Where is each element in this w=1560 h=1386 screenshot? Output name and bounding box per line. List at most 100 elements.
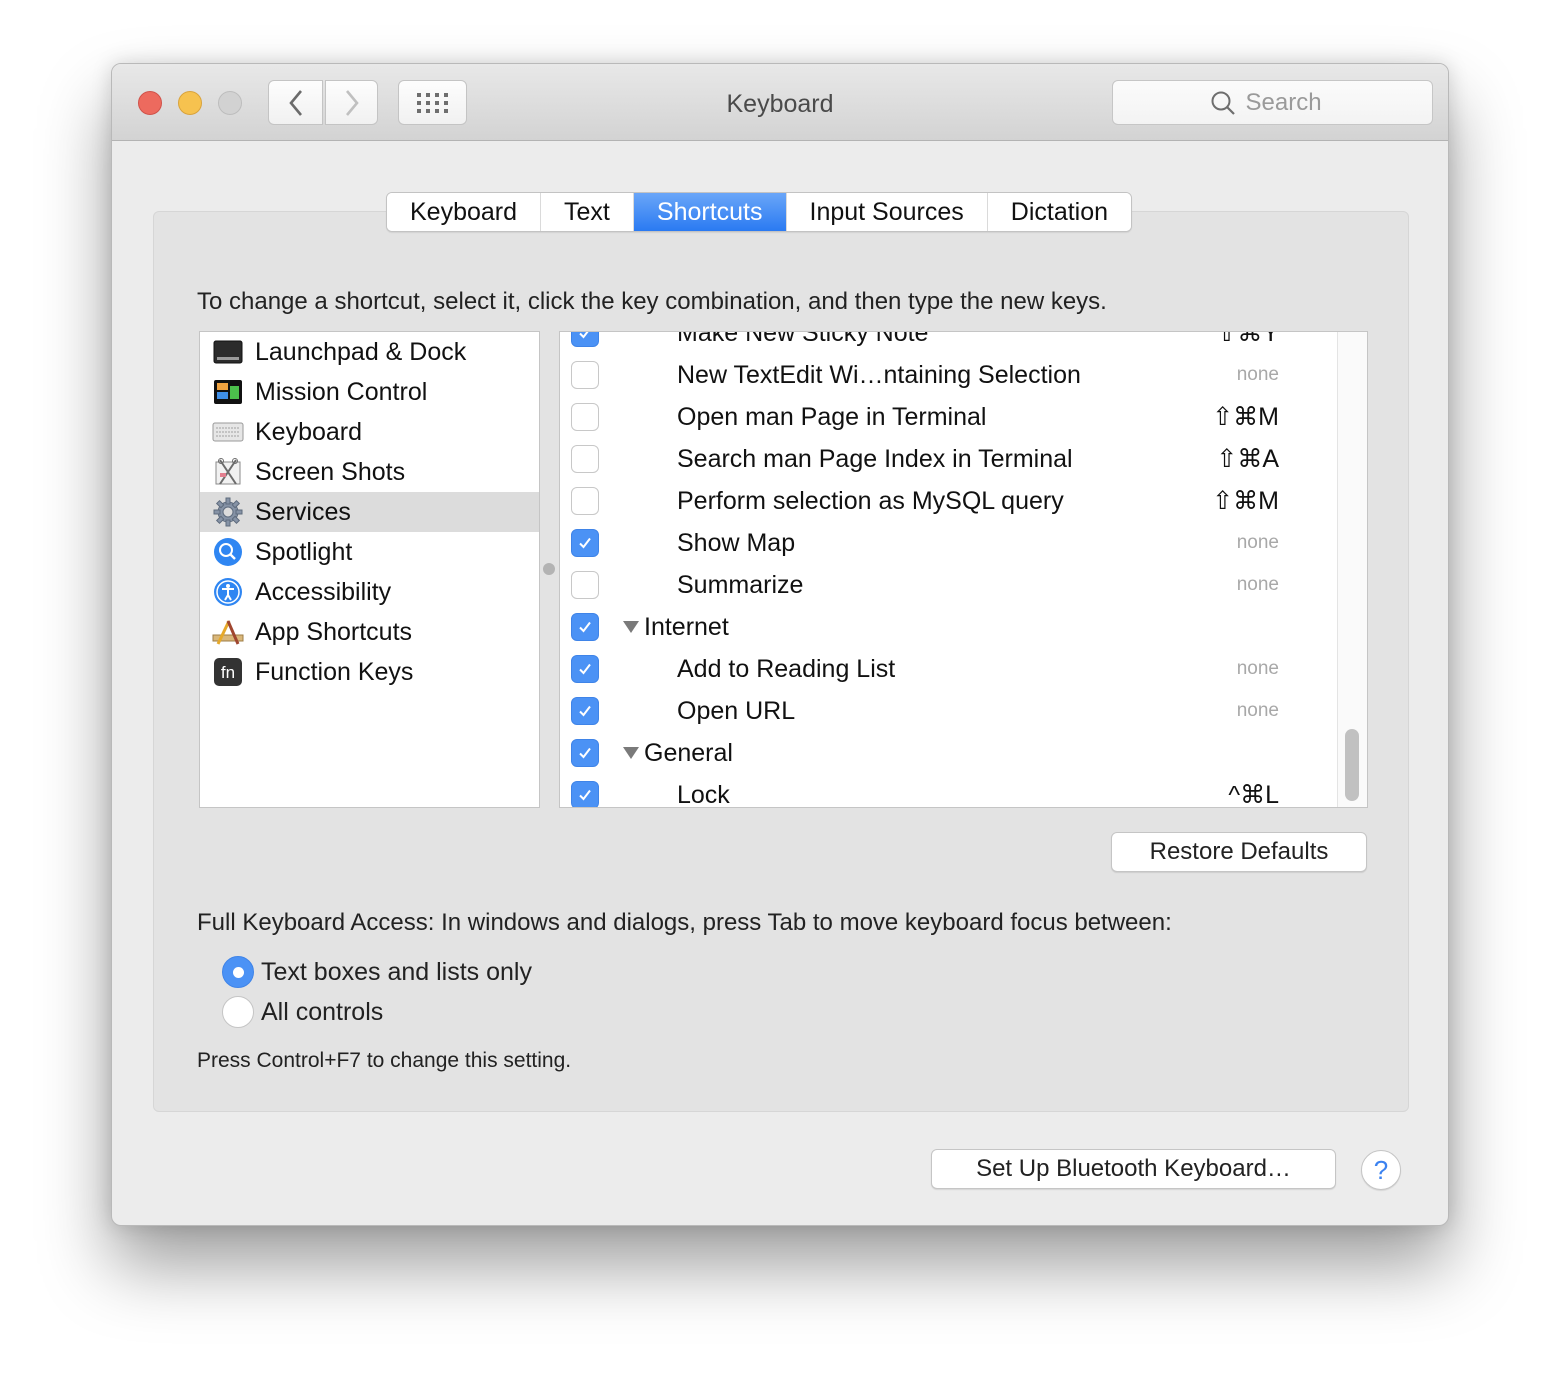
shortcut-key[interactable]: none: [1237, 532, 1279, 554]
shortcut-label: New TextEdit Wi…ntaining Selection: [677, 360, 1081, 389]
keyboard-icon: [212, 416, 244, 448]
split-view-handle[interactable]: [543, 563, 555, 575]
search-field[interactable]: [1112, 80, 1433, 125]
full-keyboard-access-label: Full Keyboard Access: In windows and dia…: [197, 909, 1172, 936]
function-keys-icon: fn: [212, 656, 244, 688]
category-services[interactable]: Services: [200, 492, 539, 532]
checkmark-icon: [579, 663, 591, 675]
search-input[interactable]: [1245, 88, 1336, 117]
shortcut-key[interactable]: ⇧⌘Y: [1216, 332, 1279, 348]
category-accessibility[interactable]: Accessibility: [200, 572, 539, 612]
help-button[interactable]: ?: [1361, 1150, 1401, 1190]
shortcut-label: Internet: [644, 612, 729, 641]
shortcut-row[interactable]: Make New Sticky Note ⇧⌘Y: [560, 331, 1339, 354]
category-label: Function Keys: [255, 657, 414, 686]
checkbox[interactable]: [571, 445, 599, 473]
title-bar: Keyboard: [112, 64, 1448, 141]
checkbox[interactable]: [571, 781, 599, 807]
category-label: App Shortcuts: [255, 617, 413, 646]
shortcut-row[interactable]: Summarize none: [560, 564, 1339, 606]
checkmark-icon: [579, 705, 591, 717]
checkbox[interactable]: [571, 487, 599, 515]
category-label: Launchpad & Dock: [255, 337, 467, 366]
svg-text:fn: fn: [221, 663, 235, 682]
checkbox[interactable]: [571, 529, 599, 557]
shortcut-row[interactable]: Perform selection as MySQL query ⇧⌘M: [560, 480, 1339, 522]
shortcut-label: Open man Page in Terminal: [677, 402, 987, 431]
tab-dictation[interactable]: Dictation: [987, 193, 1132, 231]
category-label: Screen Shots: [255, 457, 406, 486]
category-list[interactable]: Launchpad & Dock Mission Control Keyboar…: [199, 331, 540, 808]
disclosure-triangle-icon[interactable]: [623, 621, 639, 633]
checkbox[interactable]: [571, 361, 599, 389]
tab-keyboard[interactable]: Keyboard: [387, 193, 542, 231]
shortcut-label: General: [644, 738, 733, 767]
shortcut-row[interactable]: New TextEdit Wi…ntaining Selection none: [560, 354, 1339, 396]
search-icon: [1211, 91, 1235, 115]
shortcut-row[interactable]: Add to Reading List none: [560, 648, 1339, 690]
shortcut-group-row[interactable]: Internet: [560, 606, 1339, 648]
radio-all-controls[interactable]: All controls: [222, 996, 383, 1028]
setup-bluetooth-keyboard-button[interactable]: Set Up Bluetooth Keyboard…: [931, 1149, 1336, 1189]
spotlight-icon: [212, 536, 244, 568]
accessibility-icon: [212, 576, 244, 608]
checkmark-icon: [579, 789, 591, 801]
checkbox[interactable]: [571, 613, 599, 641]
shortcut-row[interactable]: Open URL none: [560, 690, 1339, 732]
radio-button-selected[interactable]: [222, 956, 254, 988]
shortcut-row[interactable]: Open man Page in Terminal ⇧⌘M: [560, 396, 1339, 438]
category-function-keys[interactable]: fn Function Keys: [200, 652, 539, 692]
shortcut-key[interactable]: ⇧⌘M: [1212, 486, 1279, 516]
shortcut-row[interactable]: Show Map none: [560, 522, 1339, 564]
shortcut-key[interactable]: ⇧⌘A: [1216, 444, 1279, 474]
checkbox[interactable]: [571, 655, 599, 683]
checkbox[interactable]: [571, 739, 599, 767]
checkbox[interactable]: [571, 571, 599, 599]
category-keyboard[interactable]: Keyboard: [200, 412, 539, 452]
category-app-shortcuts[interactable]: App Shortcuts: [200, 612, 539, 652]
shortcut-key[interactable]: ⇧⌘M: [1212, 402, 1279, 432]
shortcut-row[interactable]: Lock ^⌘L: [560, 774, 1339, 808]
shortcut-list[interactable]: Make New Sticky Note ⇧⌘Y New TextEdit Wi…n…: [559, 331, 1368, 808]
shortcut-key[interactable]: none: [1237, 574, 1279, 596]
checkmark-icon: [579, 747, 591, 759]
shortcut-row[interactable]: Search man Page Index in Terminal ⇧⌘A: [560, 438, 1339, 480]
scrollbar-thumb[interactable]: [1345, 729, 1359, 801]
radio-label: All controls: [261, 997, 384, 1026]
checkmark-icon: [579, 537, 591, 549]
category-screen-shots[interactable]: Screen Shots: [200, 452, 539, 492]
radio-text-boxes-lists[interactable]: Text boxes and lists only: [222, 956, 532, 988]
shortcut-label: Open URL: [677, 696, 796, 725]
shortcut-key[interactable]: none: [1237, 700, 1279, 722]
category-label: Mission Control: [255, 377, 428, 406]
mission-control-icon: [212, 376, 244, 408]
radio-label: Text boxes and lists only: [261, 957, 532, 986]
category-label: Services: [255, 497, 351, 526]
category-label: Accessibility: [255, 577, 392, 606]
shortcut-label: Lock: [677, 780, 730, 808]
checkmark-icon: [579, 621, 591, 633]
tab-shortcuts[interactable]: Shortcuts: [633, 193, 787, 231]
category-mission-control[interactable]: Mission Control: [200, 372, 539, 412]
checkbox[interactable]: [571, 403, 599, 431]
category-launchpad-dock[interactable]: Launchpad & Dock: [200, 332, 539, 372]
tab-text[interactable]: Text: [541, 193, 634, 231]
keyboard-access-note: Press Control+F7 to change this setting.: [197, 1049, 572, 1072]
question-mark-icon: ?: [1373, 1154, 1389, 1185]
disclosure-triangle-icon[interactable]: [623, 747, 639, 759]
shortcut-group-row[interactable]: General: [560, 732, 1339, 774]
checkbox[interactable]: [571, 332, 599, 347]
launchpad-dock-icon: [212, 336, 244, 368]
restore-defaults-button[interactable]: Restore Defaults: [1111, 832, 1367, 872]
category-spotlight[interactable]: Spotlight: [200, 532, 539, 572]
radio-button[interactable]: [222, 996, 254, 1028]
shortcut-key[interactable]: none: [1237, 658, 1279, 680]
tab-bar: Keyboard Text Shortcuts Input Sources Di…: [386, 192, 1133, 232]
app-shortcuts-icon: [212, 616, 244, 648]
scrollbar-track[interactable]: [1337, 332, 1367, 807]
checkbox[interactable]: [571, 697, 599, 725]
shortcut-label: Make New Sticky Note: [677, 331, 929, 347]
tab-input-sources[interactable]: Input Sources: [786, 193, 988, 231]
shortcut-key[interactable]: none: [1237, 364, 1279, 386]
shortcut-key[interactable]: ^⌘L: [1228, 780, 1279, 807]
